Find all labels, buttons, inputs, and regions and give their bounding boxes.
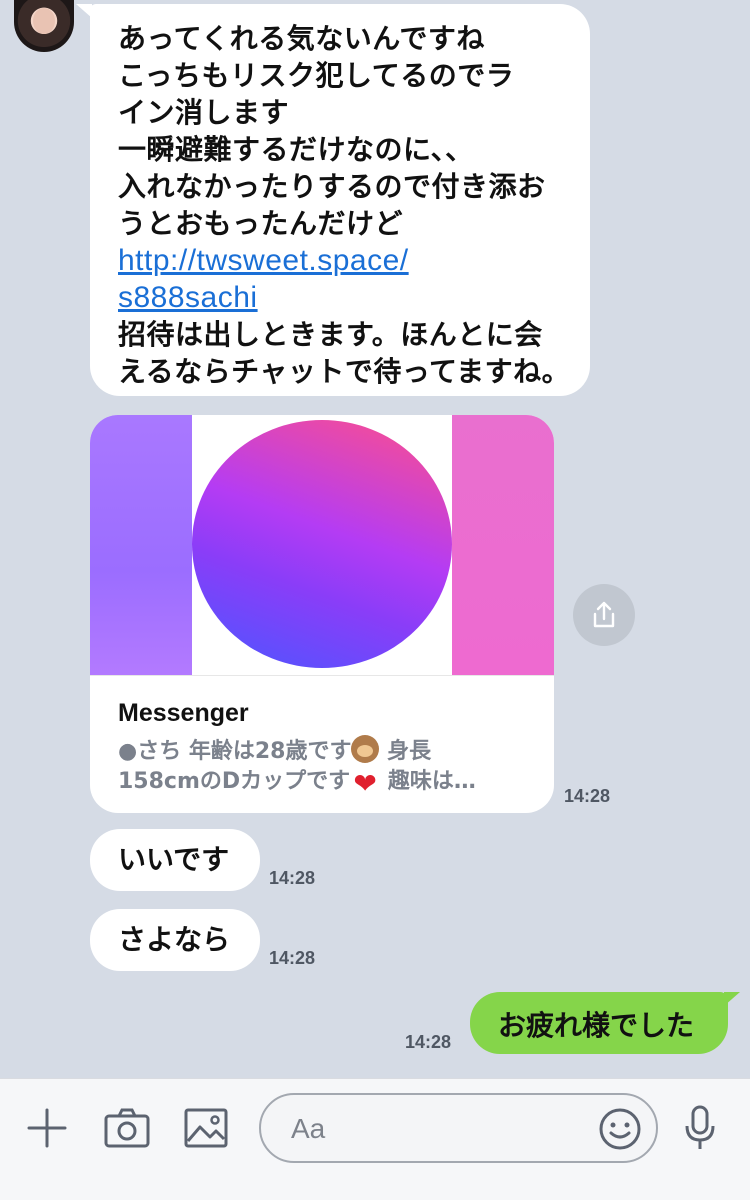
- input-toolbar: Aa: [0, 1078, 750, 1200]
- image-icon: [184, 1108, 228, 1148]
- plus-button[interactable]: [24, 1105, 70, 1151]
- message-text: 一瞬避難するだけなのに、、: [118, 133, 474, 166]
- message-text: さよなら: [118, 923, 231, 956]
- message-text: 入れなかったりするので付き添お: [118, 170, 546, 203]
- camera-button[interactable]: [102, 1105, 152, 1151]
- timestamp: 14:28: [564, 786, 611, 806]
- input-placeholder: Aa: [291, 1113, 326, 1144]
- preview-image: [90, 415, 554, 675]
- timestamp: 14:28: [269, 868, 316, 888]
- share-button[interactable]: [573, 584, 635, 646]
- image-button[interactable]: [181, 1105, 231, 1151]
- microphone-button[interactable]: [680, 1103, 720, 1153]
- message-text: えるならチャットで待ってますね。: [118, 355, 571, 388]
- preview-desc-text: 158cmのDカップです: [118, 769, 351, 794]
- preview-desc-text: ●さち 年齢は28歳です: [118, 739, 352, 764]
- preview-title: Messenger: [118, 699, 249, 727]
- see-no-evil-monkey-icon: [351, 735, 380, 763]
- message-text: お疲れ様でした: [498, 1009, 695, 1042]
- heart-icon: ❤: [353, 767, 377, 800]
- camera-icon: [104, 1108, 150, 1148]
- avatar[interactable]: [14, 0, 74, 52]
- preview-description: ●さち 年齢は28歳です 身長 158cmのDカップです ❤ 趣味は…: [118, 735, 538, 798]
- share-icon: [593, 601, 615, 628]
- message-text: イン消します: [118, 96, 290, 129]
- message-text: こっちもリスク犯してるのでラ: [118, 59, 515, 92]
- message-link[interactable]: http://twsweet.space/: [118, 242, 564, 279]
- message-bubble[interactable]: いいです: [90, 829, 260, 891]
- message-bubble[interactable]: さよなら: [90, 909, 260, 971]
- message-text: 招待は出しときます。ほんとに会: [118, 318, 543, 351]
- message-text: うとおもったんだけど: [118, 207, 404, 240]
- message-text: あってくれる気ないんですね: [118, 22, 485, 55]
- preview-desc-text: 身長: [379, 739, 432, 764]
- microphone-icon: [685, 1105, 715, 1149]
- message-bubble[interactable]: あってくれる気ないんですね こっちもリスク犯してるのでラ イン消します 一瞬避難…: [76, 4, 590, 396]
- sent-message-bubble[interactable]: お疲れ様でした: [470, 992, 740, 1054]
- timestamp: 14:28: [405, 1032, 452, 1052]
- plus-icon: [27, 1108, 67, 1148]
- message-input[interactable]: Aa: [259, 1093, 658, 1163]
- link-preview-card[interactable]: Messenger ●さち 年齢は28歳です 身長 158cmのDカップです ❤ …: [90, 415, 554, 813]
- chat-area[interactable]: あってくれる気ないんですね こっちもリスク犯してるのでラ イン消します 一瞬避難…: [0, 0, 750, 1078]
- timestamp: 14:28: [269, 948, 316, 968]
- message-text: いいです: [118, 843, 230, 876]
- preview-desc-text: 趣味は…: [380, 769, 476, 794]
- smiley-icon[interactable]: [598, 1107, 642, 1151]
- message-link[interactable]: s888sachi: [118, 279, 564, 316]
